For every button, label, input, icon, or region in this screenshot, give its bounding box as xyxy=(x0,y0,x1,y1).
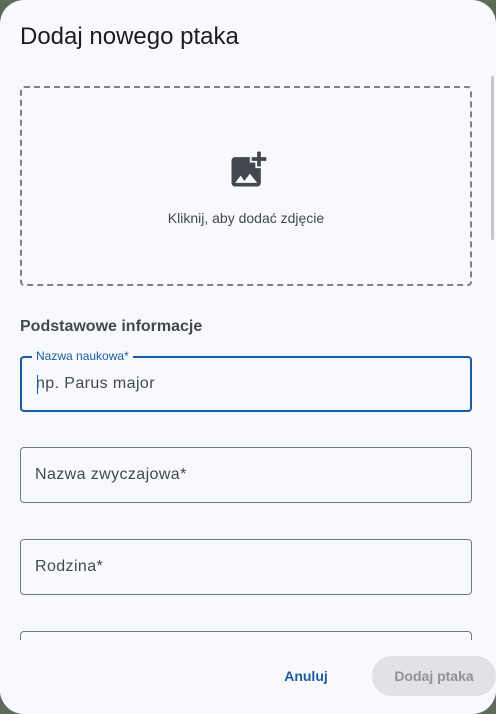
cancel-button[interactable]: Anuluj xyxy=(272,656,340,696)
family-input[interactable] xyxy=(35,555,457,579)
scientific-name-field[interactable]: Nazwa naukowa* xyxy=(20,349,472,412)
scientific-name-label: Nazwa naukowa* xyxy=(32,349,133,363)
text-caret xyxy=(37,375,38,394)
add-photo-icon xyxy=(231,151,267,187)
common-name-field[interactable] xyxy=(20,447,472,503)
add-bird-button[interactable]: Dodaj ptaka xyxy=(372,656,496,696)
family-field[interactable] xyxy=(20,539,472,595)
next-field[interactable] xyxy=(20,631,472,640)
photo-upload-area[interactable]: Kliknij, aby dodać zdjęcie xyxy=(20,86,472,286)
dialog-title: Dodaj nowego ptaka xyxy=(20,23,239,50)
scientific-name-input[interactable] xyxy=(36,372,456,396)
upload-hint: Kliknij, aby dodać zdjęcie xyxy=(167,210,325,226)
dialog-actions: Anuluj Dodaj ptaka xyxy=(0,640,496,714)
add-bird-dialog: Dodaj nowego ptaka Kliknij, aby dodać zd… xyxy=(0,0,496,714)
section-title-basic-info: Podstawowe informacje xyxy=(20,318,203,335)
common-name-input[interactable] xyxy=(35,463,457,487)
dialog-content: Kliknij, aby dodać zdjęcie Podstawowe in… xyxy=(0,70,496,640)
